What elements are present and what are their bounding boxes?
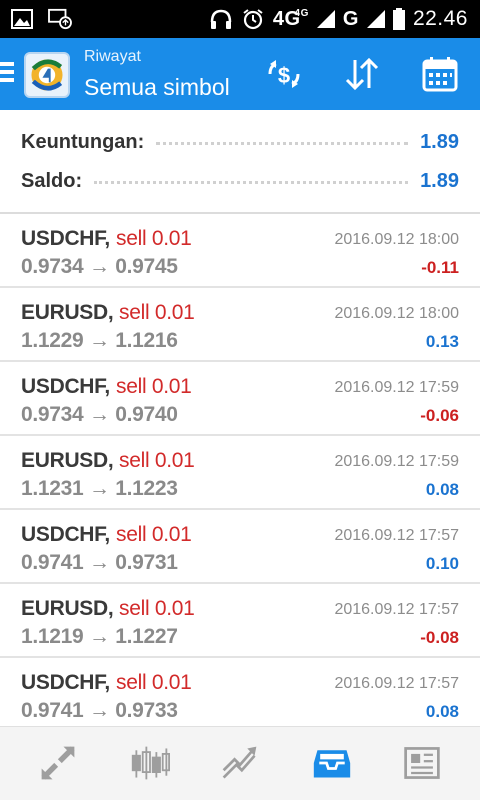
trade-prices: 1.1229 → 1.1216: [21, 329, 178, 352]
profit-label: Keuntungan:: [21, 130, 145, 153]
trade-symbol: EURUSD,: [21, 597, 114, 620]
trade-prices: 1.1219 → 1.1227: [21, 625, 178, 648]
quotes-icon[interactable]: [36, 741, 80, 785]
profit-row: Keuntungan: 1.89: [21, 127, 459, 157]
chart-icon[interactable]: [128, 741, 172, 785]
profit-value: 1.89: [420, 130, 459, 153]
trade-date: 2016.09.12 17:59: [334, 379, 459, 396]
gallery-icon: [11, 9, 33, 29]
screen-subtitle: Riwayat: [84, 48, 141, 65]
trade-prices: 0.9741 → 0.9733: [21, 699, 178, 722]
trade-profit: 0.08: [425, 702, 459, 721]
status-bar: 4G4G G 22.46: [0, 0, 480, 38]
trade-symbol: USDCHF,: [21, 227, 110, 250]
trade-date: 2016.09.12 17:57: [334, 675, 459, 692]
news-icon[interactable]: [400, 741, 444, 785]
app-logo[interactable]: [24, 52, 70, 98]
signal-icon-2: [366, 10, 385, 28]
trade-symbol: USDCHF,: [21, 523, 110, 546]
trade-prices: 0.9734 → 0.9745: [21, 255, 178, 278]
trade-symbol: EURUSD,: [21, 449, 114, 472]
trade-date: 2016.09.12 17:59: [334, 453, 459, 470]
svg-text:$: $: [278, 63, 290, 88]
signal-icon-1: [316, 10, 335, 28]
trade-symbol: USDCHF,: [21, 671, 110, 694]
trade-prices: 0.9741 → 0.9731: [21, 551, 178, 574]
trade-profit: -0.11: [421, 258, 459, 277]
trade-action: sell 0.01: [116, 523, 192, 546]
trade-symbol: EURUSD,: [21, 301, 114, 324]
balance-row: Saldo: 1.89: [21, 166, 459, 196]
trade-profit: 0.08: [425, 480, 459, 499]
trade-action: sell 0.01: [119, 301, 195, 324]
trade-row[interactable]: USDCHF, sell 0.01 0.9741 → 0.9731 2016.09.1…: [0, 510, 480, 584]
trade-date: 2016.09.12 17:57: [334, 527, 459, 544]
network-label-2: G: [342, 7, 359, 30]
trade-action: sell 0.01: [116, 227, 192, 250]
trade-profit: -0.06: [420, 406, 459, 425]
headphones-icon: [210, 9, 232, 29]
metatrader-logo-icon: [31, 59, 63, 91]
balance-label: Saldo:: [21, 169, 83, 192]
trade-symbol: USDCHF,: [21, 375, 110, 398]
menu-icon[interactable]: [0, 62, 14, 86]
alarm-icon: [243, 9, 263, 30]
trade-date: 2016.09.12 18:00: [334, 305, 459, 322]
trade-row[interactable]: EURUSD, sell 0.01 1.1229 → 1.1216 2016.09.1…: [0, 288, 480, 362]
balance-value: 1.89: [420, 169, 459, 192]
trade-date: 2016.09.12 17:57: [334, 601, 459, 618]
trade-action: sell 0.01: [119, 597, 195, 620]
profit-dots: [156, 141, 409, 145]
clock: 22.46: [412, 7, 468, 30]
network-label-1: 4G4G: [272, 7, 309, 30]
trade-action: sell 0.01: [116, 671, 192, 694]
bottom-navigation: [0, 726, 480, 800]
screen-share-icon: [48, 8, 72, 30]
trade-row[interactable]: USDCHF, sell 0.01 0.9741 → 0.9733 2016.09.1…: [0, 658, 480, 732]
trade-date: 2016.09.12 18:00: [334, 231, 459, 248]
trade-action: sell 0.01: [116, 375, 192, 398]
history-icon[interactable]: [310, 741, 354, 785]
currency-sort-icon[interactable]: $: [262, 54, 306, 94]
trade-profit: 0.10: [425, 554, 459, 573]
balance-dots: [94, 180, 409, 184]
trade-prices: 1.1231 → 1.1223: [21, 477, 178, 500]
trade-history-list: USDCHF, sell 0.01 0.9734 → 0.9745 2016.09.1…: [0, 214, 480, 732]
sort-updown-icon[interactable]: [340, 54, 384, 94]
trade-row[interactable]: USDCHF, sell 0.01 0.9734 → 0.9740 2016.09.1…: [0, 362, 480, 436]
trade-profit: 0.13: [425, 332, 459, 351]
trade-icon[interactable]: [218, 741, 262, 785]
trade-prices: 0.9734 → 0.9740: [21, 403, 178, 426]
calendar-icon[interactable]: [418, 54, 462, 94]
app-bar: Riwayat Semua simbol $: [0, 38, 480, 110]
account-summary: Keuntungan: 1.89 Saldo: 1.89: [0, 110, 480, 214]
trade-row[interactable]: USDCHF, sell 0.01 0.9734 → 0.9745 2016.09.1…: [0, 214, 480, 288]
trade-profit: -0.08: [420, 628, 459, 647]
trade-row[interactable]: EURUSD, sell 0.01 1.1219 → 1.1227 2016.09.1…: [0, 584, 480, 658]
trade-row[interactable]: EURUSD, sell 0.01 1.1231 → 1.1223 2016.09.1…: [0, 436, 480, 510]
symbol-filter-title[interactable]: Semua simbol: [84, 74, 230, 101]
battery-icon: [392, 8, 405, 30]
trade-action: sell 0.01: [119, 449, 195, 472]
